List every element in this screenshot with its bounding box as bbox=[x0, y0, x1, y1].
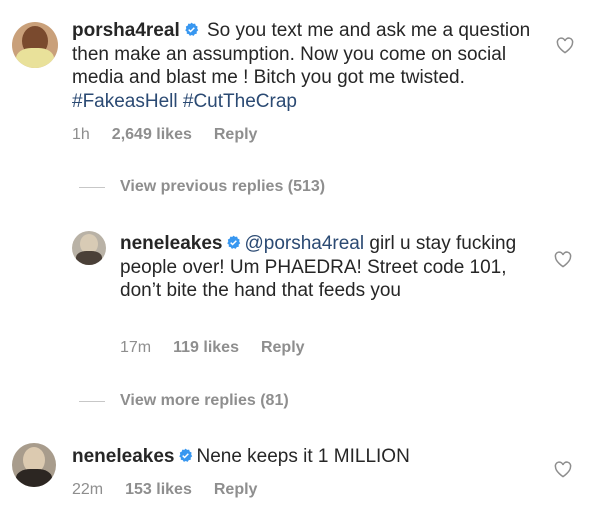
reply-button[interactable]: Reply bbox=[261, 339, 305, 356]
avatar[interactable] bbox=[12, 443, 56, 487]
comment-body: Nene keeps it 1 MILLION bbox=[196, 446, 410, 467]
verified-badge-icon bbox=[179, 448, 193, 462]
likes-count[interactable]: 2,649 likes bbox=[112, 126, 192, 143]
comment-time: 17m bbox=[120, 339, 152, 356]
view-more-replies-button[interactable]: View more replies (81) bbox=[120, 392, 289, 410]
comment-username[interactable]: porsha4real bbox=[72, 20, 180, 41]
reply-button[interactable]: Reply bbox=[214, 126, 258, 143]
replies-divider bbox=[79, 401, 105, 402]
avatar[interactable] bbox=[12, 22, 58, 68]
comment-time: 22m bbox=[72, 481, 104, 498]
comment-meta: 17m 119 likes Reply bbox=[120, 339, 327, 357]
heart-icon[interactable] bbox=[554, 251, 572, 268]
mention-link[interactable]: @porsha4real bbox=[244, 233, 364, 254]
likes-count[interactable]: 119 likes bbox=[173, 339, 239, 356]
hashtag[interactable]: #CutTheCrap bbox=[183, 91, 297, 112]
heart-icon[interactable] bbox=[554, 461, 572, 478]
reply-button[interactable]: Reply bbox=[214, 481, 258, 498]
replies-divider bbox=[79, 187, 105, 188]
verified-badge-icon bbox=[227, 235, 241, 249]
comment-username[interactable]: neneleakes bbox=[72, 446, 174, 467]
comment-text: porsha4real So you text me and ask me a … bbox=[72, 19, 542, 113]
comment-time: 1h bbox=[72, 126, 90, 143]
comment-meta: 22m 153 likes Reply bbox=[72, 481, 279, 499]
hashtag[interactable]: #FakeasHell bbox=[72, 91, 178, 112]
comment-text: neneleakes @porsha4real girl u stay fucki… bbox=[120, 232, 525, 303]
avatar[interactable] bbox=[72, 231, 106, 265]
likes-count[interactable]: 153 likes bbox=[125, 481, 192, 498]
view-previous-replies-button[interactable]: View previous replies (513) bbox=[120, 178, 325, 196]
comment-meta: 1h 2,649 likes Reply bbox=[72, 126, 279, 144]
heart-icon[interactable] bbox=[556, 37, 574, 54]
verified-badge-icon bbox=[184, 22, 198, 36]
comment-username[interactable]: neneleakes bbox=[120, 233, 222, 254]
comment-text: neneleakes Nene keeps it 1 MILLION bbox=[72, 445, 542, 469]
